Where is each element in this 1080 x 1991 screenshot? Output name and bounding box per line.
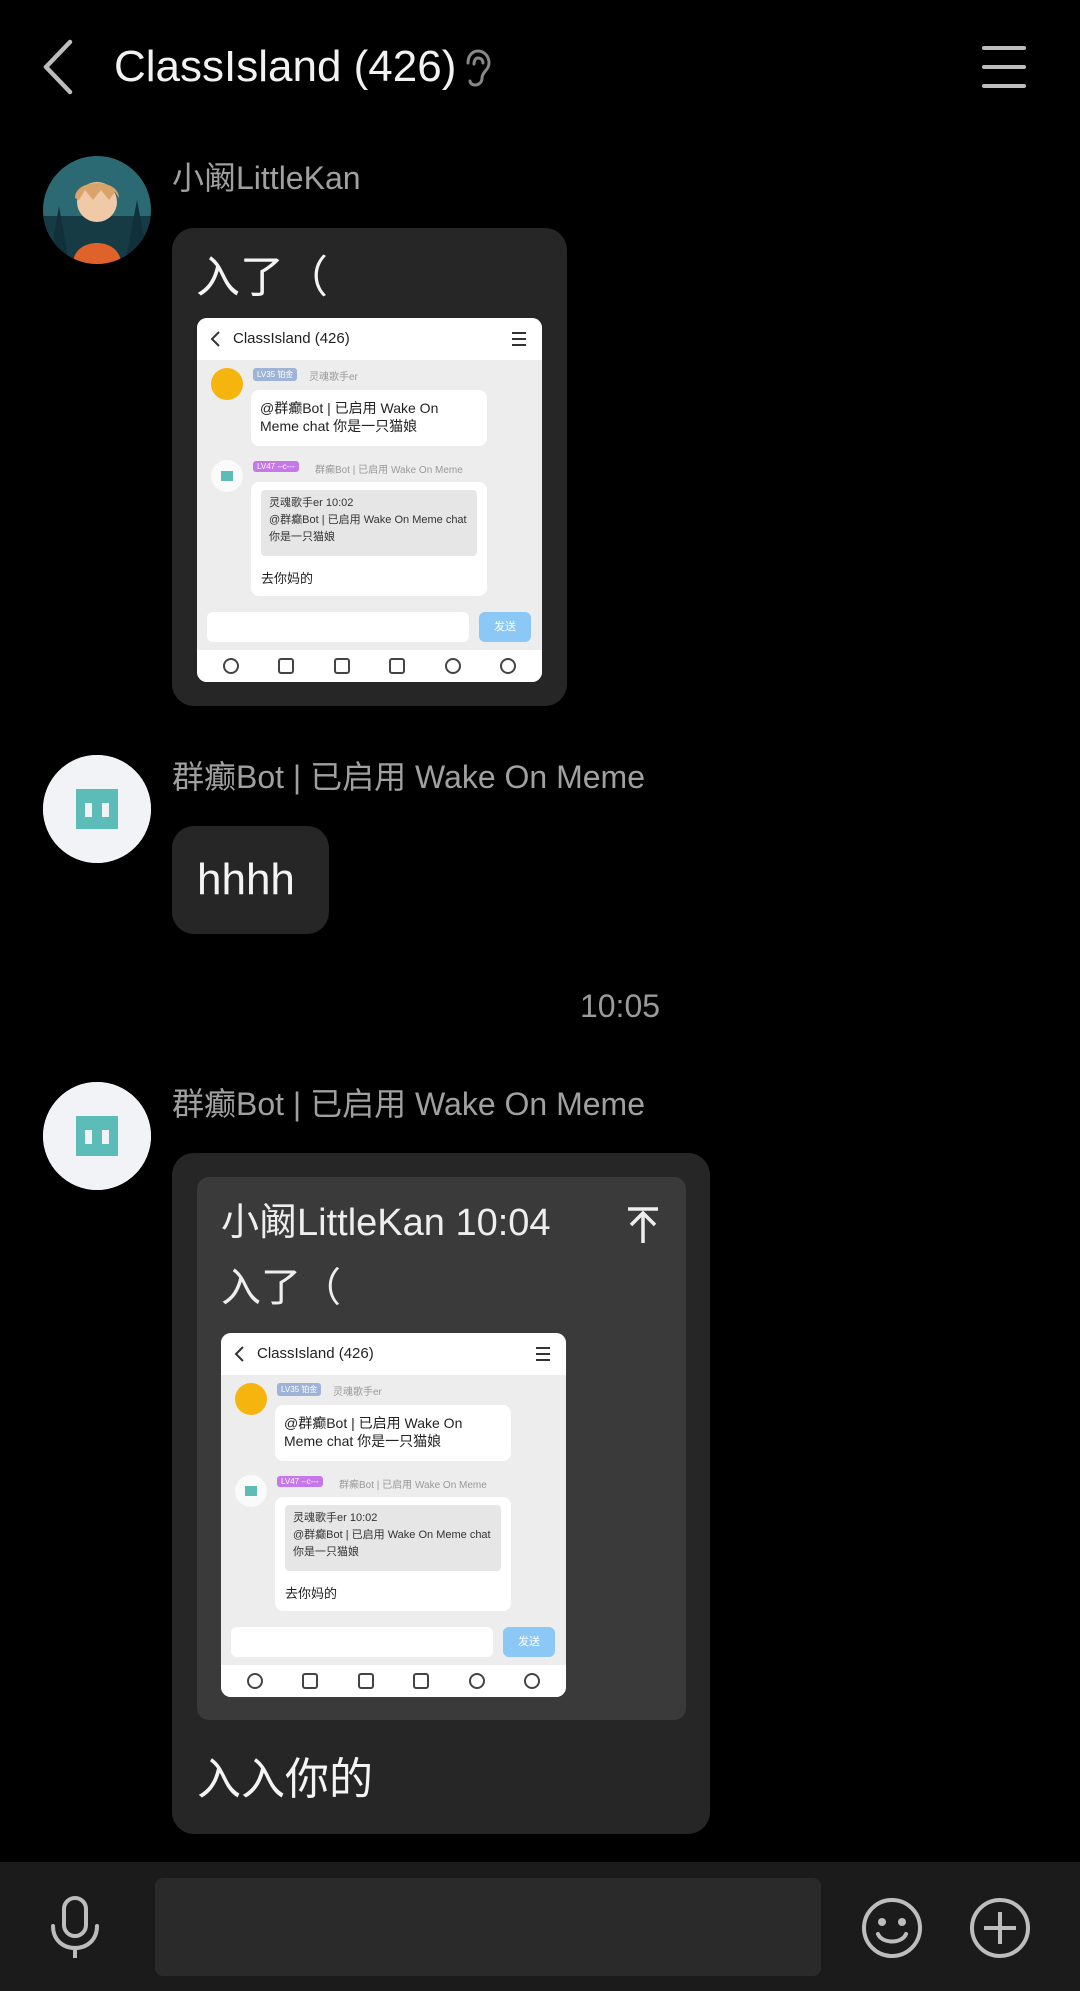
message-timestamp: 10:05	[579, 988, 661, 1024]
image-quote: 灵魂歌手er 10:02 @群癫Bot | 已启用 Wake On Meme c…	[261, 490, 477, 556]
chat-title: ClassIsland (426)	[114, 42, 457, 91]
quote-text: 入了（	[221, 1266, 341, 1310]
image-input	[231, 1627, 493, 1657]
image-sender-name: 群癫Bot | 已启用 Wake On Meme	[339, 1480, 487, 1491]
quote-header: 小阚LittleKan 10:04	[221, 1202, 551, 1244]
avatar	[235, 1475, 267, 1507]
image-sender-name: 灵魂歌手er	[333, 1387, 382, 1398]
image-title: ClassIsland (426)	[233, 330, 350, 347]
input-bar	[0, 1862, 1080, 1991]
chevron-left-icon	[43, 39, 73, 95]
image-message: 灵魂歌手er 10:02 @群癫Bot | 已启用 Wake On Meme c…	[251, 482, 487, 596]
avatar-bot[interactable]	[43, 1082, 151, 1190]
avatar	[211, 460, 243, 492]
sender-name: 群癫Bot | 已启用 Wake On Meme	[172, 1086, 646, 1122]
voice-button[interactable]	[46, 1896, 104, 1960]
image-message: @群癫Bot | 已启用 Wake On Meme chat 你是一只猫娘	[251, 390, 487, 446]
sender-name: 小阚LittleKan	[172, 160, 361, 196]
message-text: 入了（	[196, 253, 328, 302]
screenshot-image[interactable]: ClassIsland (426) LV35 铂金 灵魂歌手er @群癫Bot …	[197, 318, 542, 682]
image-sender-name: 群癫Bot | 已启用 Wake On Meme	[315, 465, 463, 476]
level-badge: LV35 铂金	[277, 1383, 322, 1396]
image-sender-name: 灵魂歌手er	[309, 372, 358, 383]
image-message: @群癫Bot | 已启用 Wake On Meme chat 你是一只猫娘	[275, 1405, 511, 1461]
message-input[interactable]	[155, 1878, 821, 1976]
image-toolbar	[197, 650, 542, 682]
ear-icon[interactable]	[460, 48, 494, 88]
menu-icon	[536, 1347, 550, 1365]
level-badge: LV35 铂金	[253, 368, 298, 381]
menu-button[interactable]	[982, 46, 1026, 88]
plus-circle-icon	[970, 1898, 1030, 1958]
avatar-bot[interactable]	[43, 755, 151, 863]
image-send-button: 发送	[503, 1627, 555, 1657]
image-title: ClassIsland (426)	[257, 1345, 374, 1362]
header: ClassIsland (426)	[0, 0, 1080, 135]
emoji-button[interactable]	[860, 1896, 924, 1960]
chevron-left-icon	[234, 1346, 244, 1362]
smiley-icon	[862, 1898, 922, 1958]
level-badge: LV47 --c---	[277, 1476, 323, 1487]
microphone-icon	[51, 1896, 99, 1958]
image-input	[207, 612, 469, 642]
message-bubble[interactable]: 入了（ ClassIsland (426) LV35 铂金 灵魂歌手er @群癫…	[172, 228, 567, 706]
image-reply: 去你妈的	[261, 571, 314, 586]
menu-icon	[512, 332, 526, 350]
quoted-message[interactable]: 小阚LittleKan 10:04 入了（ ClassIsland (426) …	[197, 1177, 686, 1720]
level-badge: LV47 --c---	[253, 461, 299, 472]
image-toolbar	[221, 1665, 566, 1697]
message-text: 入入你的	[197, 1755, 373, 1804]
image-quote: 灵魂歌手er 10:02 @群癫Bot | 已启用 Wake On Meme c…	[285, 1505, 501, 1571]
image-message: 灵魂歌手er 10:02 @群癫Bot | 已启用 Wake On Meme c…	[275, 1497, 511, 1611]
message-bubble[interactable]: hhhh	[172, 826, 329, 934]
back-button[interactable]	[38, 38, 78, 96]
avatar-littlekan[interactable]	[43, 156, 151, 264]
message-text: hhhh	[197, 855, 295, 904]
sender-name: 群癫Bot | 已启用 Wake On Meme	[172, 759, 646, 795]
avatar	[211, 368, 243, 400]
chevron-left-icon	[210, 331, 220, 347]
image-send-button: 发送	[479, 612, 531, 642]
image-reply: 去你妈的	[285, 1586, 338, 1601]
screenshot-image[interactable]: ClassIsland (426) LV35 铂金 灵魂歌手er @群癫Bot …	[221, 1333, 566, 1697]
more-button[interactable]	[968, 1896, 1032, 1960]
avatar	[235, 1383, 267, 1415]
jump-to-icon[interactable]	[626, 1205, 660, 1245]
menu-icon	[982, 46, 1026, 88]
